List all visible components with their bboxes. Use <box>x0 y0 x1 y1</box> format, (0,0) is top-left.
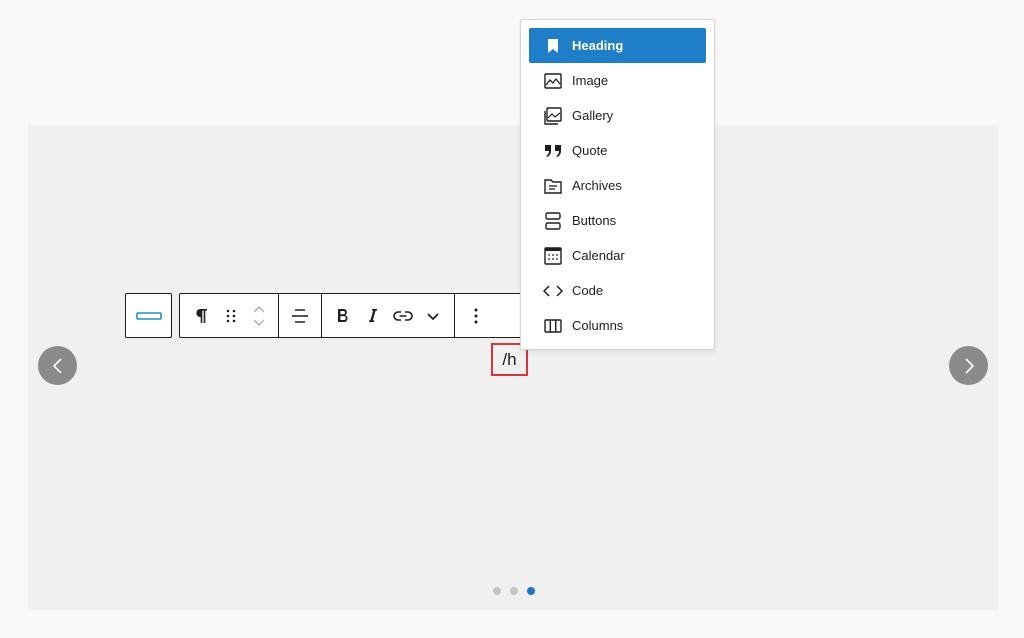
italic-button[interactable] <box>358 294 388 337</box>
block-toolbar <box>179 293 534 338</box>
options-button[interactable] <box>461 294 491 337</box>
link-button[interactable] <box>388 294 418 337</box>
menu-item-label: Archives <box>572 178 622 193</box>
menu-item-label: Code <box>572 283 604 298</box>
toolbar-group-options <box>455 294 497 337</box>
pagination-dot-1[interactable] <box>493 587 501 595</box>
menu-item-gallery[interactable]: Gallery <box>529 98 706 133</box>
chevron-right-icon <box>964 357 974 374</box>
link-icon <box>393 310 413 321</box>
menu-item-label: Heading <box>572 38 624 53</box>
menu-item-calendar[interactable]: Calendar <box>529 238 706 273</box>
menu-item-label: Buttons <box>572 213 617 228</box>
chevron-down-icon <box>427 312 439 320</box>
block-autocomplete-popover: Heading Image Gallery Quote Archives But… <box>520 19 715 350</box>
align-button[interactable] <box>285 294 315 337</box>
parent-block-button[interactable] <box>125 293 172 338</box>
menu-item-quote[interactable]: Quote <box>529 133 706 168</box>
menu-item-label: Quote <box>572 143 608 158</box>
separator-block-icon <box>135 311 162 320</box>
menu-item-label: Calendar <box>572 248 625 263</box>
next-slide-button[interactable] <box>949 346 988 385</box>
menu-item-buttons[interactable]: Buttons <box>529 203 706 238</box>
toolbar-group-format <box>322 294 455 337</box>
menu-item-label: Image <box>572 73 609 88</box>
drag-dots-icon <box>226 309 236 322</box>
menu-item-label: Gallery <box>572 108 614 123</box>
code-icon <box>543 281 563 301</box>
toolbar-group-align <box>279 294 322 337</box>
calendar-icon <box>543 246 563 266</box>
drag-handle[interactable] <box>216 294 246 337</box>
pilcrow-icon <box>196 308 207 323</box>
bookmark-icon <box>543 36 563 56</box>
paragraph-transform-button[interactable] <box>186 294 216 337</box>
chevron-left-icon <box>52 357 62 374</box>
bold-icon <box>338 308 348 322</box>
gallery-icon <box>543 106 563 126</box>
pagination-dot-3[interactable] <box>527 587 535 595</box>
menu-item-code[interactable]: Code <box>529 273 706 308</box>
menu-item-image[interactable]: Image <box>529 63 706 98</box>
quote-icon <box>543 141 563 161</box>
buttons-icon <box>543 211 563 231</box>
more-formats-button[interactable] <box>418 294 448 337</box>
menu-item-columns[interactable]: Columns <box>529 308 706 343</box>
toolbar-group-block <box>180 294 279 337</box>
pagination-dot-2[interactable] <box>510 587 518 595</box>
menu-item-archives[interactable]: Archives <box>529 168 706 203</box>
bold-button[interactable] <box>328 294 358 337</box>
previous-slide-button[interactable] <box>38 346 77 385</box>
menu-item-label: Columns <box>572 318 624 333</box>
menu-item-heading[interactable]: Heading <box>529 28 706 63</box>
slide-pagination <box>493 587 535 595</box>
archive-folder-icon <box>543 176 563 196</box>
move-up-icon[interactable] <box>252 305 266 313</box>
block-mover <box>246 294 272 337</box>
image-icon <box>543 71 563 91</box>
more-vertical-icon <box>474 308 478 323</box>
italic-icon <box>369 309 377 322</box>
align-center-icon <box>292 308 308 323</box>
columns-icon <box>543 316 563 336</box>
move-down-icon[interactable] <box>252 319 266 327</box>
